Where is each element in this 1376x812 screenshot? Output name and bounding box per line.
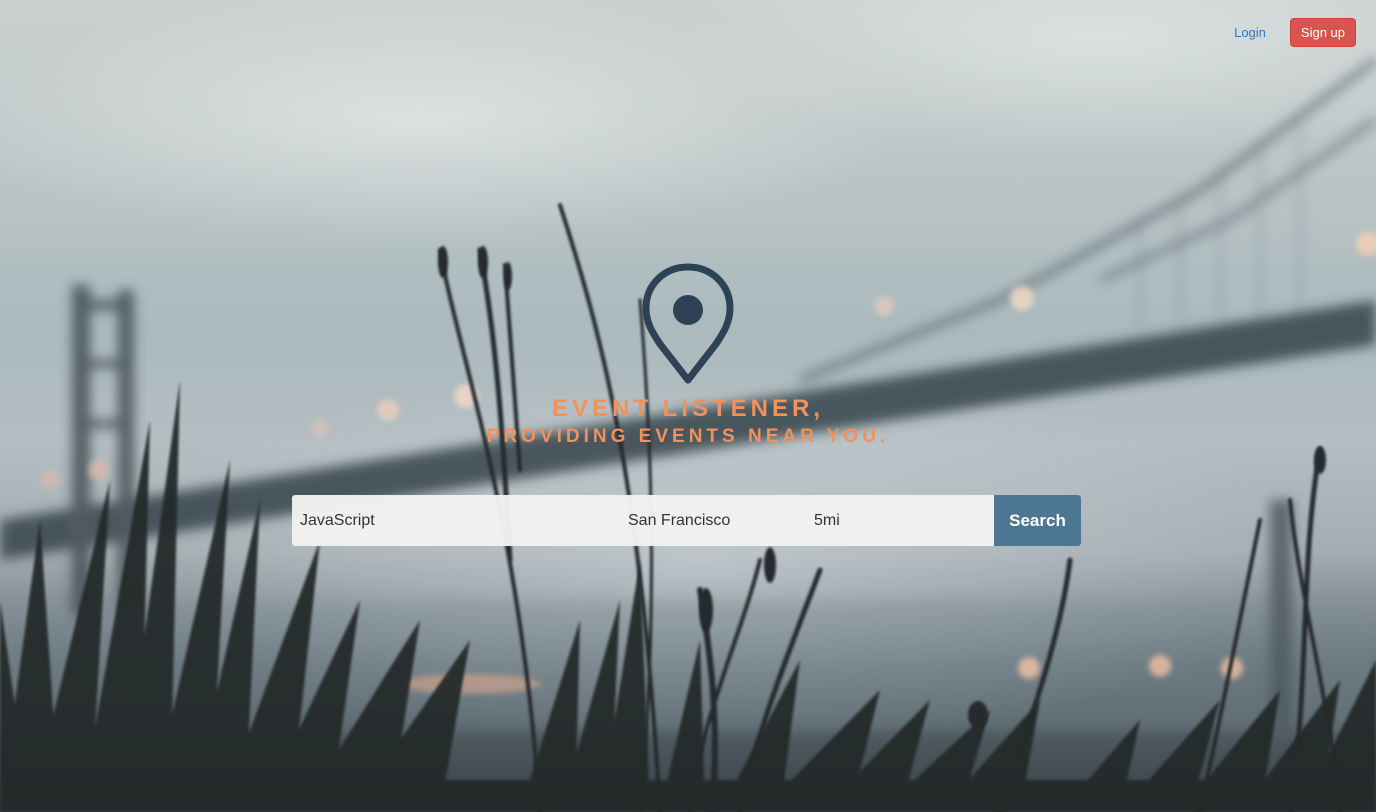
map-pin-icon <box>642 263 734 384</box>
location-input[interactable] <box>620 495 808 546</box>
top-nav: Login Sign up <box>1234 18 1356 47</box>
landing-page: Login Sign up EVENT LISTENER, PROVIDING … <box>0 0 1376 812</box>
login-link[interactable]: Login <box>1234 25 1266 40</box>
keyword-input[interactable] <box>292 495 620 546</box>
radius-input[interactable] <box>808 495 994 546</box>
hero: EVENT LISTENER, PROVIDING EVENTS NEAR YO… <box>0 262 1376 450</box>
hero-title: EVENT LISTENER, <box>551 395 825 422</box>
search-form: Search <box>292 495 1081 546</box>
hero-subtitle: PROVIDING EVENTS NEAR YOU. <box>486 426 890 447</box>
search-button[interactable]: Search <box>994 495 1081 546</box>
signup-button[interactable]: Sign up <box>1289 18 1356 47</box>
